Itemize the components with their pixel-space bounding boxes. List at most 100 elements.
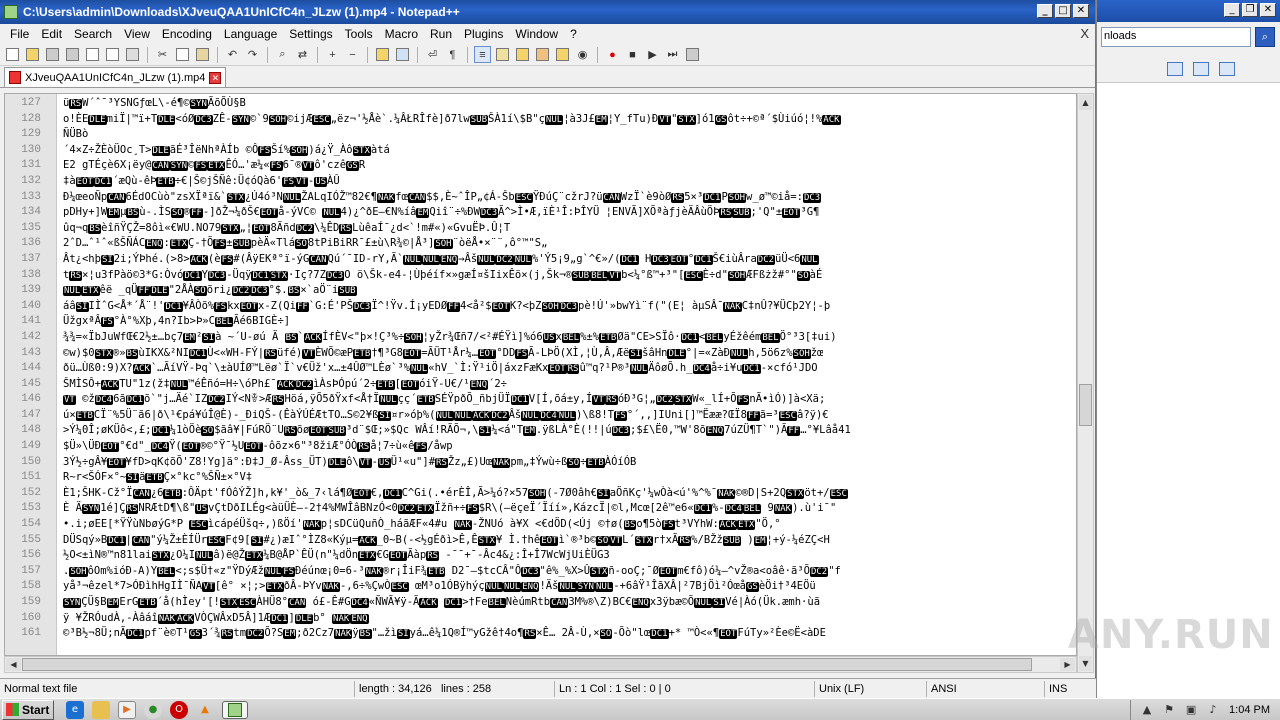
editor-line[interactable]: 127 üRSW´ˆ¯³YSNGƒœL\-é¶©SYNÃõÕÙ§B [5,96,1076,112]
menu-language[interactable]: Language [218,27,283,41]
editor-line[interactable]: 159 SYNÇÜ§BEMErGETB´å(hÌey'[!STX ESCÀHÜ8°C… [5,595,1076,611]
tab-close-icon[interactable]: ✕ [209,71,222,84]
zoom-out-icon[interactable]: − [344,46,361,63]
line-text[interactable]: È ÄSYN1é]ÇRSNRÆtD¶\ß"USvÇtDðILÉg<àüÜÈ—-2… [55,501,836,517]
editor-line[interactable]: 132 ‡àEOT DC1´æQù-êÞETB÷€|Š©jŠÑê:Ü¢óQà6'FS… [5,174,1076,190]
editor-line[interactable]: 138 tRS×¦u3fPàö©3*G:ÒvóDC1YDC3-ÜqÿDC1 STX·… [5,268,1076,284]
opera-icon[interactable]: O [170,700,188,719]
menu-edit[interactable]: Edit [35,27,68,41]
editor-line[interactable]: 152 È1;ŠHK-Cž°ÏCAN¿6ETB:ÔÄpt'fÓôÝŽ]h,k¥'_… [5,486,1076,502]
editor-line[interactable]: 149 $Ü»\ÜÐEOT°€d"_DC4Ÿ(EOT®©°Ÿ¯½UEOT-ôõz×… [5,439,1076,455]
save-macro-icon[interactable] [684,46,701,63]
copy-icon[interactable] [174,46,191,63]
cut-icon[interactable]: ✂ [154,46,171,63]
close-document-button[interactable]: X [1080,26,1089,41]
save-all-icon[interactable] [64,46,81,63]
editor-line[interactable]: 137 Ât¿<hþSI2i;ÝÞhé.(>8>ACK(èFS#(ÂÿEKª°ï-… [5,252,1076,268]
editor-line[interactable]: 142 ¾¾=«ÏbJuWfŒ€2½±…bç7EM²SIà ~´U-øú Ä BS… [5,330,1076,346]
zoom-in-icon[interactable]: + [324,46,341,63]
line-text[interactable]: 3Ý½÷gÂ¥EOT¥fD>qK¢õÕ'Z8!Yg]ä°:Ð‡J_Ø-Âss_Ü… [55,455,636,471]
show-all-chars-icon[interactable]: ¶ [444,46,461,63]
internet-explorer-icon[interactable]: e [66,700,84,719]
clock[interactable]: 1:04 PM [1229,704,1270,716]
vlc-icon[interactable]: ▲ [196,701,214,719]
indent-guide-icon[interactable]: ≡ [474,46,491,63]
new-file-icon[interactable] [4,46,21,63]
line-text[interactable]: ðü…Ùß0:9)X?ACK`…ÃíVŸ-Þq`\±àUÍØ™Lëø`Ï`v€Ü… [55,361,818,377]
media-player-icon[interactable]: ▶ [118,700,136,719]
line-text[interactable]: ½O<±ìN®™n81laiSTX¿O¼INULâ)ë@ŽETX¼B@ÅP`ÊÜ… [55,548,610,564]
line-text[interactable]: VT ©žDC46ãDC1õ`"j…Äé`IZDC2IÝ<Nꎳ>ÆRSHöá,ÿ… [55,392,825,408]
editor-line[interactable]: 136 2ˆD…ˆ¹ˆ«ßŠÑÁCENQ:ETXÇ-†ÕFS±SUBpèÄ«Tlá… [5,236,1076,252]
menu-view[interactable]: View [118,27,156,41]
line-text[interactable]: ÜžgxªÂFS°À°%Xþ,4n?Ib>Þ»CBELÃé6BIGÈ÷] [55,314,290,330]
close-all-icon[interactable] [104,46,121,63]
notepadpp-taskbar-icon[interactable] [222,700,248,719]
line-text[interactable]: ©³B½¬8Ü;nÃDC1pf¨è©T¹GS3´¾RStmDC2Õ?SEM;ð2… [55,626,826,642]
preview-pane-icon[interactable] [1193,62,1209,76]
word-wrap-icon[interactable]: ⏎ [424,46,441,63]
menu-run[interactable]: Run [424,27,458,41]
line-text[interactable]: Ât¿<hþSI2i;ÝÞhé.(>8>ACK(èFS#(ÂÿEKª°ï-ýGC… [55,252,819,268]
close-icon[interactable]: ✕ [1260,3,1276,17]
editor-line[interactable]: 130 ´4×Z÷ŽÈòÜOc¸T>DLEãÉ³ÎëNhªÀÍb ©ÔFSŠí%S… [5,143,1076,159]
menu-encoding[interactable]: Encoding [156,27,218,41]
editor-line[interactable]: 156 ½O<±ìN®™n81laiSTX¿O¼INULâ)ë@ŽETX¼B@ÅP… [5,548,1076,564]
editor-line[interactable]: 157 .SOHôOm%ióÐ-A)YBEL<;s$Ü†«z"ŸDýÆžNUL FS… [5,564,1076,580]
scroll-right-icon[interactable]: ▶ [1060,658,1075,671]
line-text[interactable]: DÜSqý»BDC1|CAN"ý¼Ž±ÈÍÜrESCF¢9[SI#¿)æIˆ°Ì… [55,533,830,549]
address-bar[interactable]: nloads [1101,27,1251,47]
language-icon[interactable] [494,46,511,63]
network-icon[interactable]: ▣ [1185,704,1197,716]
chrome-icon[interactable]: ● [144,700,162,719]
monitoring-icon[interactable]: ◉ [574,46,591,63]
minimize-icon[interactable]: _ [1037,4,1053,18]
line-text[interactable]: pDHy+]WEMµBSù-.ÌSSO®FF-]ðŽ¬¼ðŠ€EOTå-ýVC©… [55,205,819,221]
menu-settings[interactable]: Settings [283,27,338,41]
editor-line[interactable]: 134 pDHy+]WEMµBSù-.ÌSSO®FF-]ðŽ¬¼ðŠ€EOTå-ý… [5,205,1076,221]
line-text[interactable]: ÿ ¥ŽRÓudÀ,-ÀâáîNAK ACKVÒÇWÂxD5Â]1ÆDC1]DLE… [55,611,369,627]
folder-workspace-icon[interactable] [554,46,571,63]
doc-map-icon[interactable] [514,46,531,63]
open-file-icon[interactable] [24,46,41,63]
line-text[interactable]: ¾¾=«ÏbJuWfŒ€2½±…bç7EM²SIà ~´U-øú Ä BS`AC… [55,330,837,346]
save-icon[interactable] [44,46,61,63]
help-icon[interactable] [1219,62,1235,76]
line-text[interactable]: 2ˆD…ˆ¹ˆ«ßŠÑÁCENQ:ETXÇ-†ÕFS±SUBpèÄ«TláSO8… [55,236,547,252]
scroll-left-icon[interactable]: ◀ [6,658,21,671]
view-icon[interactable] [1167,62,1183,76]
text-editor[interactable]: 127 üRSW´ˆ¯³YSNGƒœL\-é¶©SYNÃõÕÙ§B 128 o!ÈED… [4,93,1077,656]
file-tab[interactable]: XJveuQAA1UnICfC4n_JLzw (1).mp4 ✕ [4,67,227,87]
print-icon[interactable] [124,46,141,63]
scroll-down-icon[interactable]: ▼ [1079,656,1092,671]
line-text[interactable]: áâSIIÌˆG<Å*´Å¨!'DC1¥ÂÒõ%FSkxEOTx-Z(QiFF`… [55,299,830,315]
editor-line[interactable]: 160 ÿ ¥ŽRÓudÀ,-ÀâáîNAK ACKVÒÇWÂxD5Â]1ÆDC1]… [5,611,1076,627]
line-text[interactable]: ŠMÌSÔ+ACKTU"1z(ž‡NUL™éÊñó=H÷\óPh£¯ACK DC2… [55,377,507,393]
vertical-scrollbar[interactable]: ▲ ▼ [1077,93,1094,673]
menu-file[interactable]: File [4,27,35,41]
function-list-icon[interactable] [534,46,551,63]
line-text[interactable]: È1;ŠHK-Cž°ÏCAN¿6ETB:ÔÄpt'fÓôÝŽ]h,k¥'_ò&_… [55,486,848,502]
menu-macro[interactable]: Macro [379,27,424,41]
sync-vertical-icon[interactable] [374,46,391,63]
paste-icon[interactable] [194,46,211,63]
editor-line[interactable]: 147 ú×ETBCÏ¨%5Ü¨ã6|ð\¹€pá¥úÎ@È)-_ÐiQŠ-(Êà… [5,408,1076,424]
editor-line[interactable]: 131 E2 gTÉçè6X¡ëy@CAN SYN©FS ETXÊÓ…'æ¼«FS6¯… [5,158,1076,174]
action-center-flag-icon[interactable]: ⚑ [1163,704,1175,716]
line-text[interactable]: o!ÈEDLEmiÏ|™ï+TDLE<óØDC3ZÊ-SYN©`9SOH©ijÆ… [55,112,841,128]
close-file-icon[interactable] [84,46,101,63]
line-text[interactable]: .SOHôOm%ióÐ-A)YBEL<;s$Ü†«z"ŸDýÆžNUL FSÐéú… [55,564,841,580]
line-text[interactable]: ©w)$0STX®»BSùIKX&²NIDC1Ù<«WH-FÝ|RSüfé)VT… [55,346,823,362]
minimize-icon[interactable]: _ [1224,3,1240,17]
play-macro-icon[interactable]: ▶ [644,46,661,63]
menu-help[interactable]: ? [564,27,583,41]
editor-line[interactable]: 128 o!ÈEDLEmiÏ|™ï+TDLE<óØDC3ZÊ-SYN©`9SOH©… [5,112,1076,128]
menu-plugins[interactable]: Plugins [458,27,509,41]
horizontal-scroll-thumb[interactable] [22,658,1032,671]
run-macro-multiple-icon[interactable]: ⏭ [664,46,681,63]
editor-line[interactable]: 146 VT ©žDC46ãDC1õ`"j…Äé`IZDC2IÝ<Nꎳ>ÆRSHö… [5,392,1076,408]
record-macro-icon[interactable]: ● [604,46,621,63]
editor-line[interactable]: 140 áâSIIÌˆG<Å*´Å¨!'DC1¥ÂÒõ%FSkxEOTx-Z(Qi… [5,299,1076,315]
search-icon[interactable]: ⌕ [1255,27,1275,47]
line-text[interactable]: yå³¬êzel*7>ÓÐìhHgIÌ¯ÑAVT[ê° ×¦;>ETXðÂ-ÞY… [55,579,816,595]
